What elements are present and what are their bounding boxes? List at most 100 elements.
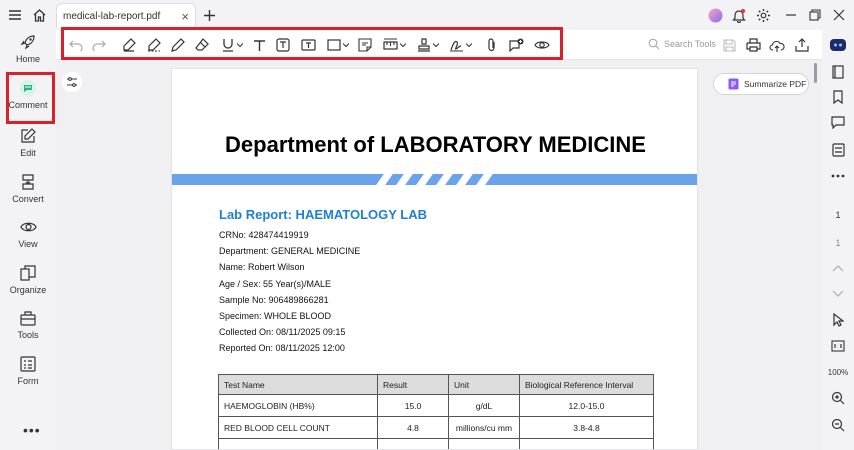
close-tab-icon[interactable]: × [181, 9, 189, 24]
signature-dropdown-icon[interactable] [466, 42, 472, 48]
measure-dropdown-icon[interactable] [400, 42, 406, 48]
search-tools[interactable]: Search Tools [648, 38, 716, 50]
department-heading: Department of LABORATORY MEDICINE [225, 132, 646, 157]
table-row: RED BLOOD CELL COUNT 4.8 millions/cu mm … [218, 416, 654, 439]
table-header-row: Test Name Result Unit Biological Referen… [218, 374, 654, 395]
previous-page-icon[interactable] [830, 260, 846, 276]
nav-view-label: View [18, 239, 38, 249]
comment-highlight-box [6, 72, 55, 124]
minimize-window-icon[interactable] [782, 6, 800, 24]
document-tab[interactable]: medical-lab-report.pdf × [56, 3, 196, 28]
stamp-icon[interactable] [416, 37, 432, 53]
new-tab-icon[interactable] [200, 6, 218, 24]
text-tool-icon[interactable] [251, 37, 267, 53]
zoom-in-icon[interactable] [830, 390, 846, 406]
organize-pages-icon [19, 264, 37, 282]
annotation-filter-icon[interactable] [62, 72, 82, 92]
attachment-icon[interactable] [484, 37, 500, 53]
undo-icon[interactable] [68, 37, 84, 53]
table-row: HAEMOGLOBIN (HB%) 15.0 g/dL 12.0-15.0 [218, 394, 654, 417]
lab-results-table: Test Name Result Unit Biological Referen… [218, 374, 654, 449]
add-comment-icon[interactable] [508, 37, 524, 53]
select-cursor-icon[interactable] [830, 312, 846, 328]
info-age-sex: Age / Sex: 55 Year(s)/MALE [219, 279, 332, 289]
underline-dropdown-icon[interactable] [237, 42, 243, 48]
more-panels-icon[interactable] [830, 168, 846, 184]
notification-bell-icon[interactable] [730, 6, 748, 24]
search-icon [648, 38, 660, 50]
tab-title: medical-lab-report.pdf [63, 11, 161, 22]
signature-icon[interactable] [448, 37, 464, 53]
text-callout-icon[interactable] [300, 37, 316, 53]
rocket-icon [19, 33, 37, 51]
search-tools-placeholder: Search Tools [664, 39, 716, 49]
vertical-scrollbar[interactable] [814, 63, 817, 83]
info-department: Department: GENERAL MEDICINE [219, 246, 361, 256]
header-reference-interval: Biological Reference Interval [519, 374, 654, 395]
redo-icon[interactable] [91, 37, 107, 53]
nav-convert-label: Convert [12, 194, 44, 204]
left-navigation: Home Comment Edit Convert View Organize [0, 30, 56, 450]
zoom-out-icon[interactable] [830, 417, 846, 433]
highlighter-icon[interactable] [121, 37, 137, 53]
nav-edit-label: Edit [20, 148, 36, 158]
eraser-icon[interactable] [194, 37, 210, 53]
nav-tools-label: Tools [17, 330, 39, 340]
show-hide-annotations-eye-icon[interactable] [534, 37, 550, 53]
cell-unit: millions/cu mm [448, 416, 520, 439]
current-page-number[interactable]: 1 [822, 210, 854, 220]
nav-tools[interactable]: Tools [0, 306, 56, 350]
share-icon[interactable] [794, 37, 810, 53]
toolbox-icon [19, 309, 37, 327]
info-name: Name: Robert Wilson [219, 262, 305, 272]
bookmark-icon[interactable] [830, 89, 846, 105]
comments-panel-icon[interactable] [830, 114, 846, 130]
cell-test-name: HAEMOGLOBIN (HB%) [218, 394, 378, 417]
restore-window-icon[interactable] [806, 6, 824, 24]
settings-gear-icon[interactable] [754, 6, 772, 24]
form-fields-icon[interactable] [830, 142, 846, 158]
print-icon[interactable] [745, 37, 761, 53]
text-box-icon[interactable] [275, 37, 291, 53]
nav-home[interactable]: Home [0, 30, 56, 74]
document-viewport: Department of LABORATORY MEDICINE Lab Re… [56, 60, 822, 450]
home-icon[interactable] [30, 6, 48, 24]
right-panel-rail: 1 1 100% [822, 30, 854, 450]
summarize-pdf-button[interactable]: Summarize PDF [713, 73, 809, 95]
area-highlight-icon[interactable] [146, 37, 162, 53]
info-collected-on: Collected On: 08/11/2025 09:15 [219, 327, 346, 337]
actual-size-icon[interactable] [830, 338, 846, 354]
underline-icon[interactable] [220, 37, 236, 53]
shape-dropdown-icon[interactable] [343, 42, 349, 48]
view-eye-icon [19, 218, 37, 236]
pencil-icon[interactable] [170, 37, 186, 53]
zoom-level[interactable]: 100% [822, 368, 854, 377]
thumbnails-icon[interactable] [830, 64, 846, 80]
ai-chat-robot-icon[interactable] [830, 37, 846, 53]
more-options-icon[interactable]: ••• [23, 422, 41, 438]
nav-organize[interactable]: Organize [0, 261, 56, 305]
save-icon[interactable] [721, 37, 737, 53]
next-page-icon[interactable] [830, 286, 846, 302]
nav-form-label: Form [17, 376, 39, 386]
nav-view[interactable]: View [0, 215, 56, 259]
table-row [218, 438, 654, 449]
total-pages: 1 [835, 238, 841, 248]
cloud-upload-icon[interactable] [769, 37, 785, 53]
nav-edit[interactable]: Edit [0, 124, 56, 168]
ai-assistant-icon[interactable] [706, 6, 724, 24]
close-window-icon[interactable] [830, 6, 848, 24]
rectangle-shape-icon[interactable] [326, 37, 342, 53]
summarize-doc-icon [728, 78, 739, 90]
sticky-note-icon[interactable] [357, 37, 373, 53]
measure-tool-icon[interactable] [382, 37, 398, 53]
nav-convert[interactable]: Convert [0, 170, 56, 214]
cell-result: 15.0 [377, 394, 449, 417]
header-result: Result [377, 374, 449, 395]
header-unit: Unit [448, 374, 520, 395]
form-icon [19, 355, 37, 373]
edit-icon [19, 127, 37, 145]
nav-form[interactable]: Form [0, 352, 56, 396]
hamburger-menu-icon[interactable] [6, 6, 24, 24]
stamp-dropdown-icon[interactable] [433, 42, 439, 48]
